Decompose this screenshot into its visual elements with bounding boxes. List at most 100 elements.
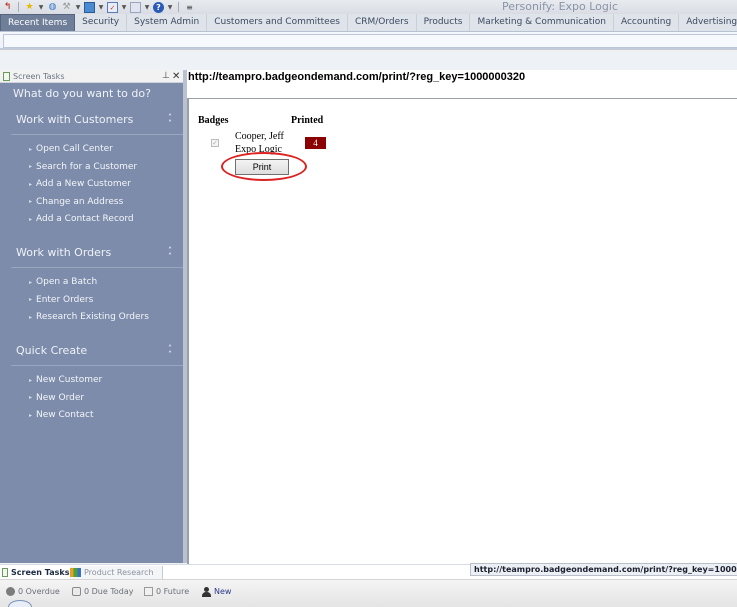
section-title[interactable]: Work with Customers	[16, 113, 133, 126]
person-icon	[202, 587, 211, 597]
task-link-label: Research Existing Orders	[36, 312, 149, 322]
ribbon-tab-products[interactable]: Products	[417, 14, 471, 31]
tab-screen-tasks[interactable]: Screen Tasks	[2, 566, 69, 579]
badge-select-checkbox[interactable]: ✓	[211, 139, 219, 147]
task-link-label: Open Call Center	[36, 144, 113, 154]
task-link-label: Change an Address	[36, 196, 124, 207]
pin-icon[interactable]: ⊥	[162, 70, 170, 83]
future-indicator[interactable]: 0 Future	[144, 587, 189, 596]
app-logo-icon[interactable]: ↰	[2, 2, 13, 13]
task-link-label: New Contact	[36, 410, 94, 420]
task-link-add-a-new-customer[interactable]: ▸ Add a New Customer	[29, 179, 131, 189]
task-link-label: New Customer	[36, 375, 103, 385]
chevron-right-icon: ▸	[29, 215, 33, 223]
task-link-new-order[interactable]: ▸ New Order	[29, 393, 84, 403]
customize-icon[interactable]: ≡	[184, 2, 195, 13]
tools-icon[interactable]: ⚒	[61, 2, 72, 13]
chevron-right-icon: ▸	[29, 394, 33, 401]
ribbon-tab-recent-items[interactable]: Recent Items	[0, 14, 76, 31]
screen-tasks-icon	[2, 568, 8, 577]
ribbon-tab-marketing-communication[interactable]: Marketing & Communication	[470, 14, 614, 31]
section-title[interactable]: Work with Orders	[16, 246, 111, 259]
close-icon[interactable]: ✕	[172, 70, 180, 83]
collapse-chevron-icon[interactable]: ˄ ˄	[168, 345, 172, 359]
chevron-down-icon[interactable]: ▼	[144, 4, 150, 11]
new-label: New	[214, 587, 232, 596]
chevron-down-icon[interactable]: ▼	[98, 4, 104, 11]
collapse-chevron-icon[interactable]: ˄ ˄	[168, 247, 172, 261]
help-icon[interactable]: ?	[153, 1, 164, 13]
toolbar-separator	[178, 2, 179, 12]
task-link-research-existing-orders[interactable]: ▸ Research Existing Orders	[29, 312, 149, 322]
app-title: Personify: Expo Logic	[501, 0, 619, 13]
chevron-down-icon[interactable]: ▼	[121, 4, 127, 11]
task-link-add-a-contact-record[interactable]: ▸ Add a Contact Record	[29, 214, 134, 224]
tab-product-research[interactable]: Product Research	[70, 566, 163, 579]
content-spacer	[187, 86, 737, 98]
chevron-down-icon[interactable]: ▼	[38, 4, 44, 11]
ribbon-tab-customers-and-committees[interactable]: Customers and Committees	[207, 14, 348, 31]
task-link-open-call-center[interactable]: ▸ Open Call Center	[29, 144, 113, 154]
section-divider	[11, 267, 183, 268]
chevron-right-icon: ▸	[29, 296, 33, 303]
chevron-down-icon[interactable]: ▼	[75, 4, 81, 11]
globe-icon[interactable]: ◍	[47, 2, 58, 13]
chevron-right-icon: ▸	[29, 145, 33, 153]
task-link-new-customer[interactable]: ▸ New Customer	[29, 375, 102, 385]
printed-column-header: Printed	[291, 115, 324, 126]
ribbon-tab-advertising[interactable]: Advertising	[679, 14, 737, 31]
task-link-label: Add a New Customer	[36, 179, 131, 189]
ribbon-tab-crm-orders[interactable]: CRM/Orders	[348, 14, 417, 31]
task-link-label: Add a Contact Record	[36, 214, 134, 224]
status-bar: 0 Overdue 0 Due Today 0 Future New	[0, 579, 737, 607]
chevron-right-icon: ▸	[29, 411, 33, 419]
future-label: 0 Future	[156, 587, 190, 596]
embedded-browser: Badges Printed ✓ Cooper, Jeff Expo Logic…	[187, 98, 737, 564]
badges-column-header: Badges	[198, 115, 229, 126]
overdue-indicator[interactable]: 0 Overdue	[6, 587, 60, 596]
ribbon-tab-system-admin[interactable]: System Admin	[127, 14, 208, 31]
title-bar: ↰ ★ ▼ ◍ ⚒ ▼ ▼ ✓ ▼ ▼ ? ▼ ≡ Personify: Exp…	[0, 0, 737, 14]
toolbar-separator	[18, 2, 19, 12]
app-orb-button[interactable]	[8, 600, 32, 607]
task-link-label: New Order	[36, 392, 85, 403]
task-pane-prompt: What do you want to do?	[13, 87, 151, 100]
task-link-search-for-a-customer[interactable]: ▸ Search for a Customer	[29, 162, 137, 172]
badge-company: Expo Logic	[235, 144, 282, 155]
due-today-indicator[interactable]: 0 Due Today	[72, 587, 133, 596]
print-button[interactable]: Print	[235, 159, 289, 175]
chevron-right-icon: ▸	[29, 163, 33, 170]
ribbon-tab-accounting[interactable]: Accounting	[614, 14, 680, 31]
task-link-open-a-batch[interactable]: ▸ Open a Batch	[29, 277, 97, 287]
ribbon-spacer	[0, 52, 737, 70]
section-divider	[11, 134, 183, 135]
task-link-enter-orders[interactable]: ▸ Enter Orders	[29, 295, 93, 305]
page-url-header: http://teampro.badgeondemand.com/print/?…	[187, 70, 737, 86]
task-link-label: Enter Orders	[36, 294, 94, 305]
task-link-change-an-address[interactable]: ▸ Change an Address	[29, 197, 123, 207]
ribbon-panel	[3, 34, 737, 48]
section-divider	[11, 365, 183, 366]
alert-icon	[6, 587, 15, 596]
product-research-icon	[70, 568, 81, 577]
chevron-right-icon: ▸	[29, 180, 33, 188]
task-pane-header: Screen Tasks ⊥ ✕	[0, 70, 183, 83]
overdue-label: 0 Overdue	[18, 587, 60, 596]
task-link-label: Search for a Customer	[36, 161, 138, 172]
ribbon-tab-security[interactable]: Security	[75, 14, 128, 31]
chart-icon[interactable]	[84, 1, 95, 13]
document-icon[interactable]	[130, 1, 141, 13]
tab-label: Screen Tasks	[11, 568, 70, 577]
chevron-down-icon[interactable]: ▼	[167, 4, 173, 11]
checklist-icon[interactable]: ✓	[107, 1, 118, 13]
collapse-chevron-icon[interactable]: ˄ ˄	[168, 114, 172, 128]
page-url: http://teampro.badgeondemand.com/print/?…	[188, 71, 526, 83]
chevron-right-icon: ▸	[29, 278, 33, 286]
section-title[interactable]: Quick Create	[16, 344, 87, 357]
favorites-star-icon[interactable]: ★	[24, 2, 35, 13]
chevron-right-icon: ▸	[29, 376, 33, 384]
ribbon-tabs: Recent Items Security System Admin Customer…	[0, 14, 737, 32]
task-link-new-contact[interactable]: ▸ New Contact	[29, 410, 94, 420]
tab-label: Product Research	[84, 568, 154, 577]
new-user-button[interactable]: New	[202, 587, 232, 597]
